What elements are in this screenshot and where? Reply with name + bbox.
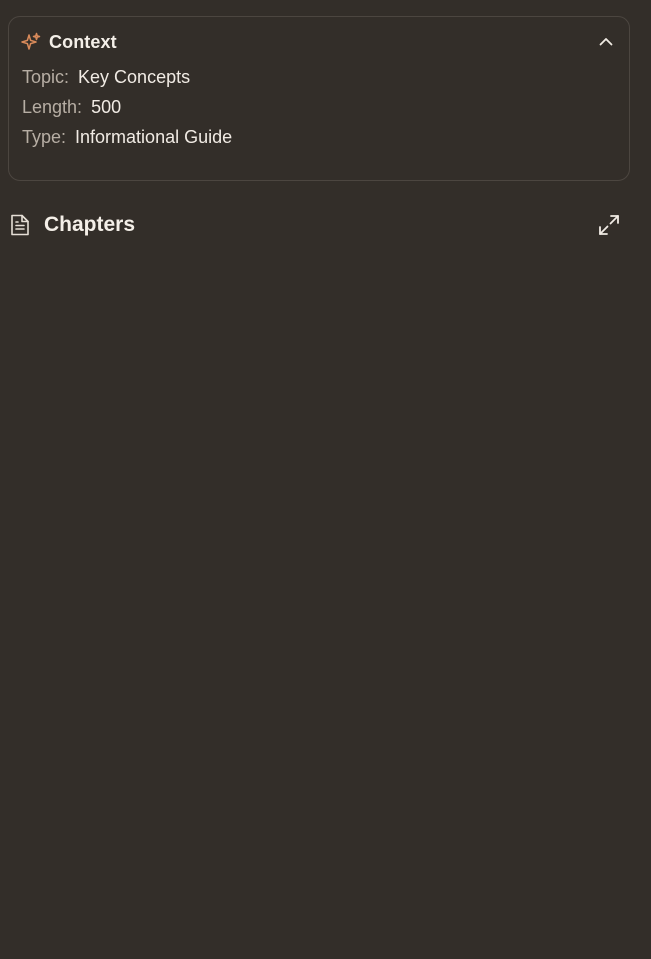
- length-value: 500: [91, 97, 122, 117]
- context-panel: Context Topic: Key Concepts Length: 500 …: [8, 16, 630, 181]
- context-row-topic: Topic: Key Concepts: [22, 67, 190, 88]
- collapse-button[interactable]: [595, 31, 617, 53]
- chevron-up-icon: [599, 38, 613, 46]
- type-label: Type:: [22, 127, 67, 147]
- type-value: Informational Guide: [75, 127, 233, 147]
- expand-icon: [599, 215, 619, 235]
- sparkle-icon: [21, 32, 41, 52]
- chapters-header: Chapters: [10, 211, 622, 239]
- context-title: Context: [49, 31, 117, 52]
- chapters-title: Chapters: [44, 213, 136, 236]
- topic-label: Topic:: [22, 67, 70, 87]
- context-header: Context: [21, 31, 617, 53]
- context-row-type: Type: Informational Guide: [22, 127, 232, 148]
- expand-button[interactable]: [596, 212, 622, 238]
- context-row-length: Length: 500: [22, 97, 121, 118]
- document-icon: [10, 213, 30, 237]
- chapters-list: [0, 250, 651, 959]
- topic-value: Key Concepts: [78, 67, 191, 87]
- length-label: Length:: [22, 97, 83, 117]
